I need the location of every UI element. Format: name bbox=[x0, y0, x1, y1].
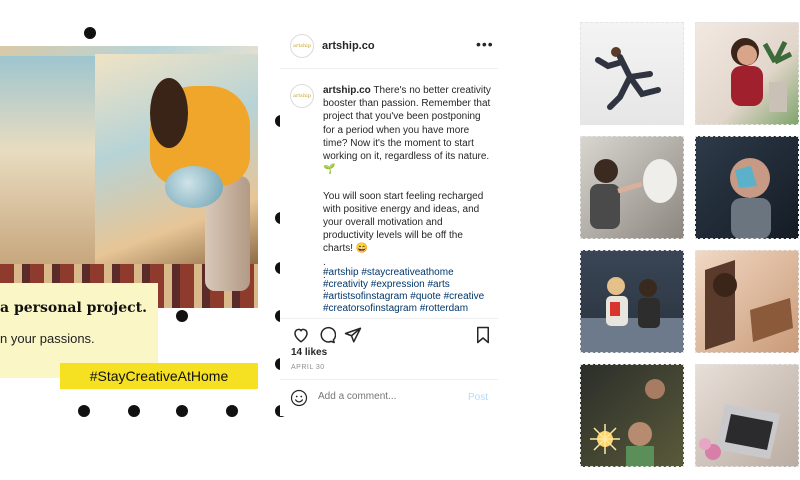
grid-photo-movie[interactable] bbox=[580, 250, 684, 353]
avatar[interactable]: artship bbox=[290, 34, 314, 58]
creative-title: a personal project. bbox=[0, 300, 148, 316]
comment-input[interactable] bbox=[316, 390, 460, 403]
more-options-icon[interactable]: ••• bbox=[476, 36, 494, 52]
post-hashtags[interactable]: #artship #staycreativeathome #creativity… bbox=[323, 267, 495, 315]
grid-photo-dancer[interactable] bbox=[580, 22, 684, 125]
hashtag-banner: #StayCreativeAtHome bbox=[60, 363, 258, 389]
caption-username[interactable]: artship.co bbox=[323, 85, 371, 96]
post-caption: artship.co There's no better creativity … bbox=[323, 84, 495, 295]
grid-photo-plants[interactable] bbox=[695, 22, 799, 125]
decor-dot bbox=[128, 405, 140, 417]
avatar-logo-text: artship bbox=[293, 93, 311, 99]
decor-dot bbox=[176, 310, 188, 322]
photo-grid bbox=[580, 22, 800, 470]
caption-body: There's no better creativity booster tha… bbox=[323, 85, 491, 295]
painting-photo bbox=[0, 46, 258, 308]
emoji-icon[interactable] bbox=[290, 389, 308, 407]
post-username[interactable]: artship.co bbox=[322, 40, 375, 52]
painted-sphere bbox=[165, 166, 223, 208]
decor-dot bbox=[78, 405, 90, 417]
comment-bar: Post bbox=[280, 379, 498, 417]
post-image-painting bbox=[0, 46, 258, 308]
post-date: APRIL 30 bbox=[291, 364, 325, 371]
decor-dot bbox=[176, 405, 188, 417]
canvas-left bbox=[0, 56, 95, 266]
post-comment-button[interactable]: Post bbox=[468, 392, 488, 403]
likes-count[interactable]: 14 likes bbox=[291, 347, 327, 358]
comment-icon[interactable] bbox=[316, 324, 338, 346]
grid-photo-sparklers[interactable] bbox=[580, 364, 684, 467]
grid-photo-sculptor[interactable] bbox=[580, 136, 684, 239]
grid-photo-laptop[interactable] bbox=[695, 364, 799, 467]
grid-photo-reading[interactable] bbox=[695, 250, 799, 353]
decor-dot bbox=[84, 27, 96, 39]
post-header: artship artship.co ••• bbox=[280, 22, 498, 69]
decor-dot bbox=[226, 405, 238, 417]
bookmark-icon[interactable] bbox=[472, 324, 494, 346]
avatar-logo-text: artship bbox=[293, 43, 311, 49]
instagram-post: artship artship.co ••• artship artship.c… bbox=[280, 22, 498, 416]
action-bar bbox=[290, 324, 490, 348]
divider bbox=[280, 318, 498, 319]
creative-subtitle: n your passions. bbox=[0, 331, 95, 346]
caption-avatar[interactable]: artship bbox=[290, 84, 314, 108]
heart-icon[interactable] bbox=[290, 324, 312, 346]
artist-hair bbox=[150, 78, 188, 148]
share-icon[interactable] bbox=[342, 324, 364, 346]
grid-photo-facepaint[interactable] bbox=[695, 136, 799, 239]
